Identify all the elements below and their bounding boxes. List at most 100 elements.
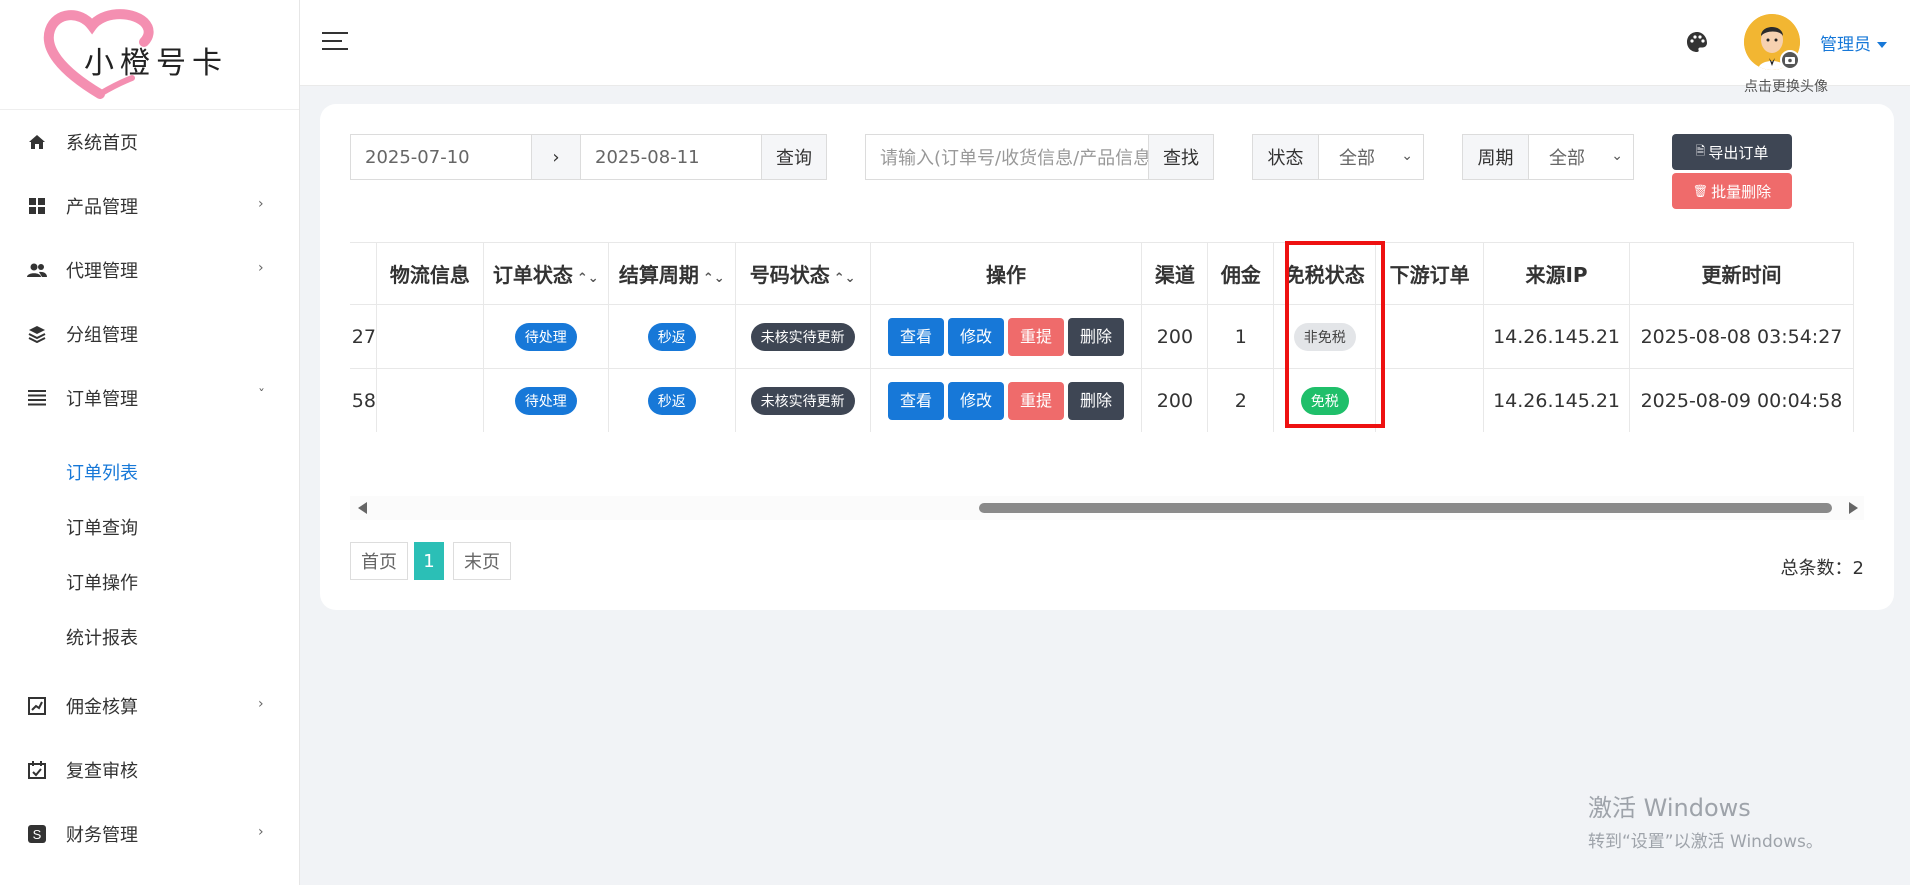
watermark-title: 激活 Windows [1588, 794, 1751, 822]
watermark-subtitle: 转到“设置”以激活 Windows。 [1588, 832, 1823, 852]
first-page-button[interactable]: 首页 [350, 542, 408, 580]
export-orders-button[interactable]: 🗎 导出订单 [1672, 134, 1792, 170]
horizontal-scrollbar[interactable] [350, 496, 1864, 520]
user-menu[interactable]: 管理员 [1820, 30, 1887, 55]
windows-activation-watermark: 激活 Windows 转到“设置”以激活 Windows。 [1588, 788, 1823, 852]
topbar: 点击更换头像 管理员 [300, 0, 1910, 95]
delete-button[interactable]: 删除 [1068, 381, 1125, 420]
column-label: 号码状态 [749, 263, 830, 287]
scrollbar-thumb[interactable] [979, 503, 1832, 513]
search-input[interactable]: 请输入(订单号/收货信息/产品信息) [865, 134, 1149, 180]
orders-table: 物流信息 订单状态 ⌃⌄ 结算周期 ⌃⌄ 号码状态 ⌃⌄ 操作 渠道 佣金 免税状态 … [350, 242, 1854, 432]
column-label: 订单状态 [492, 263, 573, 287]
sidebar-item-products[interactable]: 产品管理 › [0, 174, 299, 238]
scroll-right-icon[interactable] [1849, 502, 1858, 514]
batch-delete-button[interactable]: 🗑 批量删除 [1672, 173, 1792, 209]
dollar-box-icon: S [26, 823, 48, 845]
edit-button[interactable]: 修改 [948, 381, 1005, 420]
palette-icon[interactable] [1685, 30, 1709, 59]
sidebar-item-finance[interactable]: S 财务管理 › [0, 802, 299, 866]
caret-down-icon [1877, 42, 1887, 48]
cell-channel: 200 [1141, 368, 1209, 432]
query-button[interactable]: 查询 [761, 134, 827, 180]
search-button[interactable]: 查找 [1148, 134, 1214, 180]
sidebar: 小橙号卡 系统首页 产品管理 › 代理管理 › 分组管理 订单管理 ˇ 订单列表… [0, 0, 300, 885]
sidebar-item-label: 产品管理 [66, 197, 138, 218]
submenu-item-order-operations[interactable]: 订单操作 [0, 554, 299, 609]
export-orders-label: 导出订单 [1708, 143, 1769, 162]
cell-updated: 2025-08-08 03:54:27 [1629, 304, 1854, 369]
number-status-badge: 未核实待更新 [750, 322, 855, 351]
cell-logistics [375, 304, 484, 369]
view-button[interactable]: 查看 [888, 381, 945, 420]
cell-commission: 1 [1207, 304, 1275, 369]
camera-icon[interactable] [1780, 50, 1800, 70]
column-header-downstream: 下游订单 [1375, 242, 1485, 305]
view-button[interactable]: 查看 [888, 317, 945, 356]
sidebar-item-review[interactable]: 复查审核 [0, 738, 299, 802]
menu-toggle-icon[interactable] [322, 32, 348, 52]
resubmit-button[interactable]: 重提 [1008, 317, 1065, 356]
chevron-down-icon: ⌄ [1401, 148, 1413, 164]
column-header-logistics: 物流信息 [375, 242, 484, 305]
submenu-item-reports[interactable]: 统计报表 [0, 609, 299, 664]
column-header-number-status[interactable]: 号码状态 ⌃⌄ [734, 242, 871, 305]
orders-table-viewport: 物流信息 订单状态 ⌃⌄ 结算周期 ⌃⌄ 号码状态 ⌃⌄ 操作 渠道 佣金 免税状态 … [350, 242, 1864, 432]
table-row: 27 待处理 秒返 未核实待更新 查看 修改 重提 删除 200 1 非免税 14.2… [350, 304, 1854, 369]
cell-updated: 2025-08-09 00:04:58 [1629, 368, 1854, 432]
cell-logistics [375, 368, 484, 432]
cell-tax-status: 非免税 [1273, 304, 1377, 369]
column-header-period[interactable]: 结算周期 ⌃⌄ [607, 242, 736, 305]
submenu-item-order-query[interactable]: 订单查询 [0, 499, 299, 554]
sidebar-item-label: 系统首页 [66, 133, 138, 154]
resubmit-button[interactable]: 重提 [1008, 381, 1065, 420]
column-header-order-status[interactable]: 订单状态 ⌃⌄ [482, 242, 609, 305]
chevron-right-icon: › [258, 824, 264, 840]
page-number-button[interactable]: 1 [414, 542, 444, 580]
delete-button[interactable]: 删除 [1068, 317, 1125, 356]
sidebar-item-orders[interactable]: 订单管理 ˇ [0, 366, 299, 430]
date-from-input[interactable]: 2025-07-10 [350, 134, 532, 180]
batch-delete-label: 批量删除 [1711, 182, 1772, 201]
grid-icon [26, 195, 48, 217]
sidebar-nav: 系统首页 产品管理 › 代理管理 › 分组管理 订单管理 ˇ [0, 110, 299, 430]
user-name: 管理员 [1820, 35, 1871, 55]
status-select[interactable]: 全部 ⌄ [1318, 134, 1424, 180]
sidebar-item-home[interactable]: 系统首页 [0, 110, 299, 174]
period-badge: 秒返 [647, 322, 696, 351]
svg-text:S: S [33, 827, 42, 842]
sidebar-item-label: 代理管理 [66, 261, 138, 282]
cell-order-status: 待处理 [482, 304, 609, 369]
chevron-down-icon: ⌄ [1611, 148, 1623, 164]
orders-submenu: 订单列表 订单查询 订单操作 统计报表 [0, 430, 299, 674]
last-page-button[interactable]: 末页 [453, 542, 511, 580]
chevron-right-icon: › [258, 196, 264, 212]
sidebar-item-groups[interactable]: 分组管理 [0, 302, 299, 366]
edit-button[interactable]: 修改 [948, 317, 1005, 356]
cell-period: 秒返 [607, 368, 736, 432]
search-placeholder: 请输入(订单号/收货信息/产品信息) [880, 148, 1149, 169]
sidebar-item-label: 订单管理 [66, 389, 138, 410]
date-range-separator: › [531, 134, 581, 180]
list-icon [26, 387, 48, 409]
submenu-item-order-list[interactable]: 订单列表 [0, 444, 299, 499]
status-badge: 待处理 [514, 322, 577, 351]
cell-source-ip: 14.26.145.21 [1483, 368, 1630, 432]
cell-downstream [1375, 368, 1485, 432]
total-count: 总条数：2 [1780, 558, 1864, 579]
brand-logo[interactable]: 小橙号卡 [0, 0, 299, 110]
column-header-actions: 操作 [869, 242, 1143, 305]
number-status-badge: 未核实待更新 [750, 386, 855, 415]
period-badge: 秒返 [647, 386, 696, 415]
scroll-left-icon[interactable] [358, 502, 367, 514]
status-label: 状态 [1252, 134, 1319, 180]
sidebar-item-commission[interactable]: 佣金核算 › [0, 674, 299, 738]
period-select[interactable]: 全部 ⌄ [1528, 134, 1634, 180]
sidebar-item-label: 复查审核 [66, 761, 138, 782]
avatar-caption[interactable]: 点击更换头像 [1744, 76, 1828, 96]
cell-channel: 200 [1141, 304, 1209, 369]
chevron-down-icon: ˇ [258, 388, 265, 404]
cell-number-status: 未核实待更新 [734, 368, 871, 432]
date-to-input[interactable]: 2025-08-11 [580, 134, 762, 180]
sidebar-item-agents[interactable]: 代理管理 › [0, 238, 299, 302]
